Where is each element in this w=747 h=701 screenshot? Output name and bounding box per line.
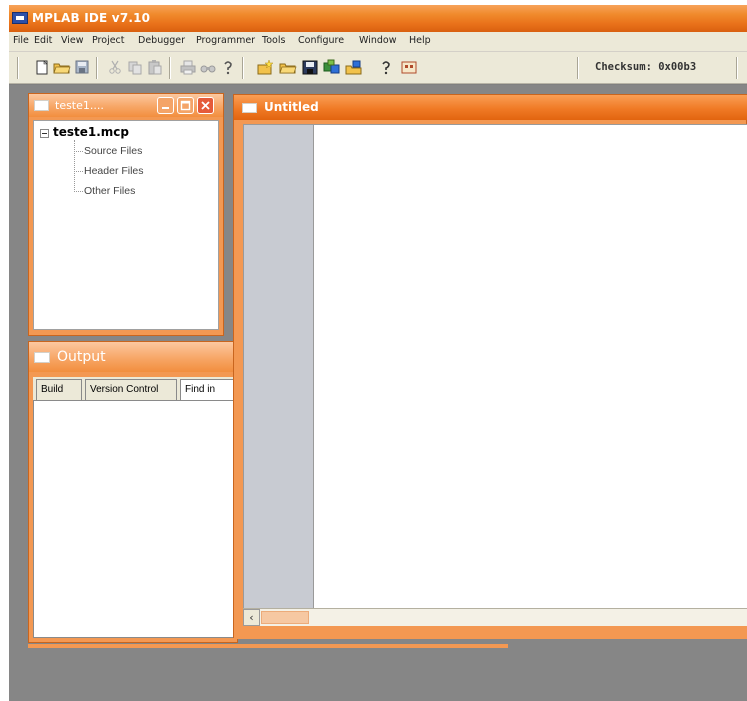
cut-icon (109, 60, 121, 74)
output-window-frame-edge (28, 644, 508, 648)
menu-tools[interactable]: Tools (262, 35, 285, 46)
save-project-button[interactable] (301, 59, 319, 76)
make-icon (345, 60, 362, 75)
copy-icon (128, 61, 142, 75)
menu-debugger[interactable]: Debugger (138, 35, 185, 46)
checksum-readout: Checksum: 0x00b3 (595, 61, 697, 73)
toolbar-separator (96, 57, 98, 79)
menu-edit[interactable]: Edit (34, 35, 52, 46)
project-tree: teste1.mcp Source Files Header Files Oth… (33, 120, 219, 330)
menu-bar: File Edit View Project Debugger Programm… (9, 32, 747, 52)
mplab-ide-window: MPLAB IDE v7.10 File Edit View Project D… (9, 5, 747, 701)
editor-window-title-bar[interactable]: Untitled (234, 95, 747, 120)
help-icon (224, 61, 232, 75)
find-button[interactable] (199, 59, 217, 76)
mplab-logo-icon (12, 12, 28, 24)
output-window: Output Build Version Control Find in (28, 341, 238, 643)
tab-version-control[interactable]: Version Control (85, 379, 177, 400)
tree-root-project[interactable]: teste1.mcp (53, 125, 129, 139)
editor-window-title: Untitled (264, 100, 319, 114)
app-title: MPLAB IDE v7.10 (32, 11, 151, 25)
project-window: teste1.... teste1.mcp Source Files Heade… (28, 93, 224, 336)
print-icon (180, 60, 196, 75)
save-project-icon (302, 60, 318, 75)
editor-window: Untitled ‹ (233, 94, 747, 639)
open-file-button[interactable] (53, 59, 71, 76)
chevron-left-icon: ‹ (249, 611, 254, 624)
menu-programmer[interactable]: Programmer (196, 35, 255, 46)
new-project-button[interactable] (257, 59, 275, 76)
find-icon (200, 65, 216, 73)
build-button[interactable] (323, 59, 341, 76)
toolbar: Checksum: 0x00b3 (9, 52, 747, 84)
debug-help-icon (382, 61, 390, 75)
output-window-title: Output (57, 349, 106, 365)
open-folder-icon (53, 63, 71, 74)
menu-help[interactable]: Help (409, 35, 431, 46)
open-project-icon (279, 63, 297, 74)
maximize-button[interactable] (177, 97, 194, 114)
make-button[interactable] (345, 59, 363, 76)
toolbar-separator (736, 57, 738, 79)
close-button[interactable] (197, 97, 214, 114)
tree-connector (74, 191, 83, 192)
scroll-thumb[interactable] (261, 611, 309, 624)
open-project-button[interactable] (279, 59, 297, 76)
minimize-icon (162, 107, 169, 109)
output-window-title-bar[interactable]: Output (29, 342, 237, 372)
editor-window-frame-edge (234, 626, 747, 639)
debug-help-button[interactable] (377, 59, 395, 76)
new-project-icon (257, 59, 274, 75)
build-icon (323, 59, 340, 74)
workspace-area: teste1.... teste1.mcp Source Files Heade… (9, 85, 747, 701)
save-button[interactable] (73, 59, 91, 76)
paste-button[interactable] (146, 59, 164, 76)
paste-icon (148, 60, 162, 75)
tab-find-in-files[interactable]: Find in (180, 379, 237, 400)
toolbar-separator (577, 57, 579, 79)
programmer-icon (401, 61, 417, 74)
toolbar-separator (242, 57, 244, 79)
tree-connector (74, 140, 75, 192)
tree-item-source-files[interactable]: Source Files (84, 145, 142, 157)
project-window-title: teste1.... (55, 99, 104, 112)
window-icon (34, 100, 49, 111)
menu-configure[interactable]: Configure (298, 35, 344, 46)
toolbar-separator (17, 57, 19, 79)
new-file-button[interactable] (33, 59, 51, 76)
tree-collapse-icon[interactable] (40, 129, 49, 138)
tab-build[interactable]: Build (36, 379, 82, 400)
programmer-button[interactable] (400, 59, 418, 76)
tree-connector (74, 171, 83, 172)
copy-button[interactable] (126, 59, 144, 76)
print-button[interactable] (179, 59, 197, 76)
maximize-icon (180, 100, 191, 111)
editor-text-area[interactable] (314, 124, 747, 615)
menu-project[interactable]: Project (92, 35, 125, 46)
help-button[interactable] (219, 59, 237, 76)
window-icon (34, 352, 50, 363)
editor-horizontal-scrollbar[interactable]: ‹ (243, 608, 747, 626)
tree-connector (74, 151, 83, 152)
minimize-button[interactable] (157, 97, 174, 114)
menu-file[interactable]: File (13, 35, 29, 46)
new-file-icon (36, 60, 48, 75)
toolbar-separator (169, 57, 171, 79)
project-window-title-bar[interactable]: teste1.... (29, 94, 223, 117)
app-title-bar[interactable]: MPLAB IDE v7.10 (9, 5, 747, 32)
cut-button[interactable] (106, 59, 124, 76)
output-pane[interactable] (33, 400, 234, 638)
menu-view[interactable]: View (61, 35, 84, 46)
save-icon (75, 60, 89, 74)
output-tab-strip: Build Version Control Find in (33, 377, 237, 401)
close-icon (201, 101, 210, 110)
window-icon (242, 103, 257, 113)
tree-item-header-files[interactable]: Header Files (84, 165, 144, 177)
menu-window[interactable]: Window (359, 35, 396, 46)
editor-line-gutter (243, 124, 314, 615)
tree-item-other-files[interactable]: Other Files (84, 185, 135, 197)
scroll-left-button[interactable]: ‹ (243, 609, 260, 626)
